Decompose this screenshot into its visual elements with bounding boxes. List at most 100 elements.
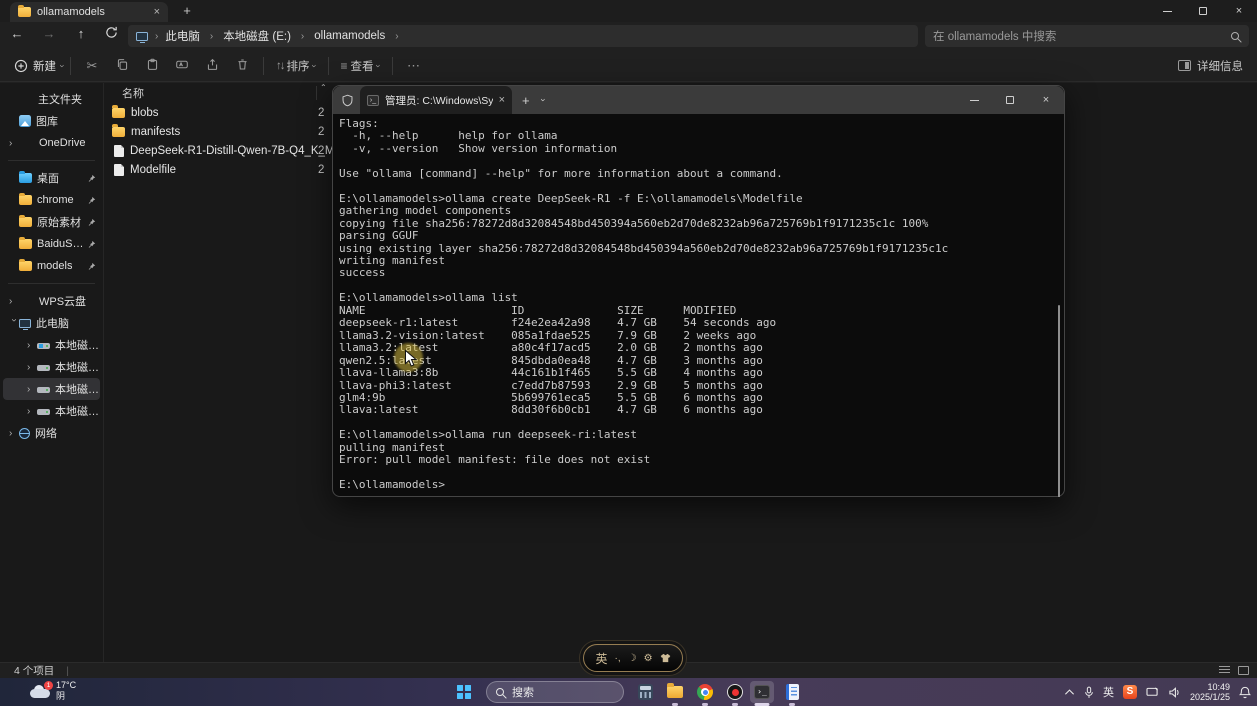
sidebar-item-icon [19, 115, 31, 127]
sidebar-item[interactable]: › BaiduSyncdisk [3, 233, 100, 255]
sidebar-item[interactable]: › models [3, 255, 100, 277]
forward-button[interactable]: → [38, 26, 60, 46]
explorer-tab[interactable]: ollamamodels × [10, 2, 168, 22]
expand-chevron-icon[interactable]: › [9, 138, 19, 149]
sidebar-item[interactable]: › WPS云盘 [3, 290, 100, 312]
clock[interactable]: 10:49 2025/1/25 [1190, 682, 1230, 703]
back-button[interactable]: ← [6, 26, 28, 46]
up-button[interactable]: ↑ [70, 26, 92, 46]
sort-button[interactable]: ↑↓ 排序 › [276, 58, 316, 74]
terminal-close-button[interactable]: × [1028, 89, 1064, 111]
sidebar-item[interactable]: › chrome [3, 189, 100, 211]
ime-settings-gear-icon[interactable]: ⚙ [644, 653, 653, 664]
sidebar-item[interactable]: › 网络 [3, 422, 100, 444]
cast-display-icon[interactable] [1146, 687, 1159, 698]
sidebar-item-label: 本地磁盘 (C:) [55, 337, 100, 353]
expand-chevron-icon[interactable]: › [27, 406, 37, 417]
sogou-ime-icon[interactable]: S [1123, 685, 1137, 699]
explorer-close-button[interactable]: × [1221, 0, 1257, 22]
start-button[interactable] [457, 685, 471, 699]
ime-moon-icon[interactable]: ☽ [628, 653, 637, 664]
sidebar-item[interactable]: › 桌面 [3, 167, 100, 189]
taskbar-file-explorer-icon[interactable] [663, 681, 687, 703]
sidebar-item[interactable]: › 图库 [3, 110, 100, 132]
paste-button[interactable] [137, 58, 167, 74]
sidebar-item[interactable]: › 主文件夹 [3, 88, 100, 110]
expand-chevron-icon[interactable]: › [27, 340, 37, 351]
weather-widget[interactable]: 1 17°C 阴 [30, 680, 76, 702]
notification-bell-icon[interactable] [1239, 686, 1251, 699]
cut-button[interactable]: ✂ [77, 58, 107, 74]
file-name: blobs [131, 107, 159, 119]
sidebar-item[interactable]: › OneDrive [3, 132, 100, 154]
delete-button[interactable] [227, 58, 257, 74]
sidebar-item-label: OneDrive [39, 137, 85, 149]
tray-chevron-up-icon[interactable] [1064, 688, 1075, 696]
this-pc-icon [136, 32, 148, 41]
ime-toolbar[interactable]: 英 ·, ☽ ⚙ [583, 644, 683, 672]
expand-chevron-icon[interactable]: › [9, 318, 20, 328]
breadcrumb-item[interactable]: ollamamodels [314, 30, 385, 42]
terminal-tab[interactable]: ›_ 管理员: C:\Windows\System32 × [360, 86, 512, 114]
terminal-content[interactable]: Flags: -h, --help help for ollama -v, --… [333, 114, 1064, 497]
new-button[interactable]: 新建 › [14, 58, 64, 74]
new-tab-button[interactable]: + [178, 3, 196, 18]
taskbar-recorder-icon[interactable] [723, 681, 747, 703]
address-bar[interactable]: › 此电脑›本地磁盘 (E:)›ollamamodels› [128, 25, 918, 47]
terminal-scrollbar[interactable] [1058, 305, 1060, 497]
search-input[interactable]: 在 ollamamodels 中搜索 [925, 25, 1249, 47]
details-pane-button[interactable]: 详细信息 [1178, 58, 1243, 74]
explorer-tabstrip: ollamamodels × + × [0, 0, 1257, 22]
details-view-toggle-icon[interactable] [1219, 666, 1230, 675]
pin-icon [87, 262, 96, 271]
tab-close-icon[interactable]: × [154, 7, 160, 18]
weather-condition: 阴 [56, 691, 76, 702]
file-row-icon [112, 127, 125, 137]
terminal-new-tab-button[interactable]: + [522, 93, 530, 108]
input-method-indicator[interactable]: 英 [1103, 684, 1114, 700]
explorer-tab-title: ollamamodels [37, 6, 148, 18]
rename-button[interactable] [167, 58, 197, 74]
thumbnail-view-toggle-icon[interactable] [1238, 666, 1249, 675]
share-button[interactable] [197, 58, 227, 74]
taskbar-search[interactable]: 搜索 [486, 681, 624, 703]
speaker-icon[interactable] [1168, 687, 1181, 698]
explorer-minimize-button[interactable] [1149, 0, 1185, 22]
sidebar-item[interactable]: › 本地磁盘 (D:) [3, 356, 100, 378]
expand-chevron-icon[interactable]: › [9, 296, 19, 307]
terminal-tab-dropdown-icon[interactable]: › [538, 99, 548, 102]
breadcrumb-item[interactable]: 此电脑 [165, 28, 200, 44]
ime-skin-shirt-icon[interactable] [660, 653, 671, 663]
taskbar-terminal-icon[interactable]: ›_ [750, 681, 774, 703]
copy-button[interactable] [107, 58, 137, 74]
name-column-header[interactable]: 名称 [122, 85, 144, 101]
expand-chevron-icon[interactable]: › [27, 384, 37, 395]
microphone-icon[interactable] [1084, 686, 1094, 699]
taskbar-calculator-icon[interactable] [633, 681, 657, 703]
view-label: 查看 [351, 58, 374, 74]
sidebar-item[interactable]: › 本地磁盘 (F:) [3, 400, 100, 422]
expand-chevron-icon[interactable]: › [9, 428, 19, 439]
weather-temp: 17°C [56, 680, 76, 691]
expand-chevron-icon[interactable]: › [27, 362, 37, 373]
ime-punctuation-button[interactable]: ·, [614, 653, 620, 664]
taskbar-chrome-icon[interactable] [693, 681, 717, 703]
terminal-tab-close-icon[interactable]: × [499, 95, 505, 106]
more-button[interactable]: ⋯ [399, 58, 429, 74]
sort-label: 排序 [287, 58, 310, 74]
sidebar-item[interactable]: › 此电脑 [3, 312, 100, 334]
sidebar-item[interactable]: › 原始素材 [3, 211, 100, 233]
breadcrumb-item[interactable]: 本地磁盘 (E:) [223, 28, 291, 44]
sidebar-item[interactable]: › 本地磁盘 (C:) [3, 334, 100, 356]
column-divider[interactable] [316, 86, 317, 100]
sidebar-item-icon [19, 319, 31, 328]
terminal-maximize-button[interactable] [992, 89, 1028, 111]
ime-lang-toggle[interactable]: 英 [595, 650, 607, 667]
refresh-button[interactable] [100, 26, 122, 46]
view-button[interactable]: ≡ 查看 › [341, 58, 380, 74]
explorer-maximize-button[interactable] [1185, 0, 1221, 22]
terminal-titlebar[interactable]: ›_ 管理员: C:\Windows\System32 × + › × [333, 86, 1064, 114]
terminal-minimize-button[interactable] [956, 89, 992, 111]
sidebar-item[interactable]: › 本地磁盘 (E:) [3, 378, 100, 400]
taskbar-notepad-icon[interactable] [780, 681, 804, 703]
